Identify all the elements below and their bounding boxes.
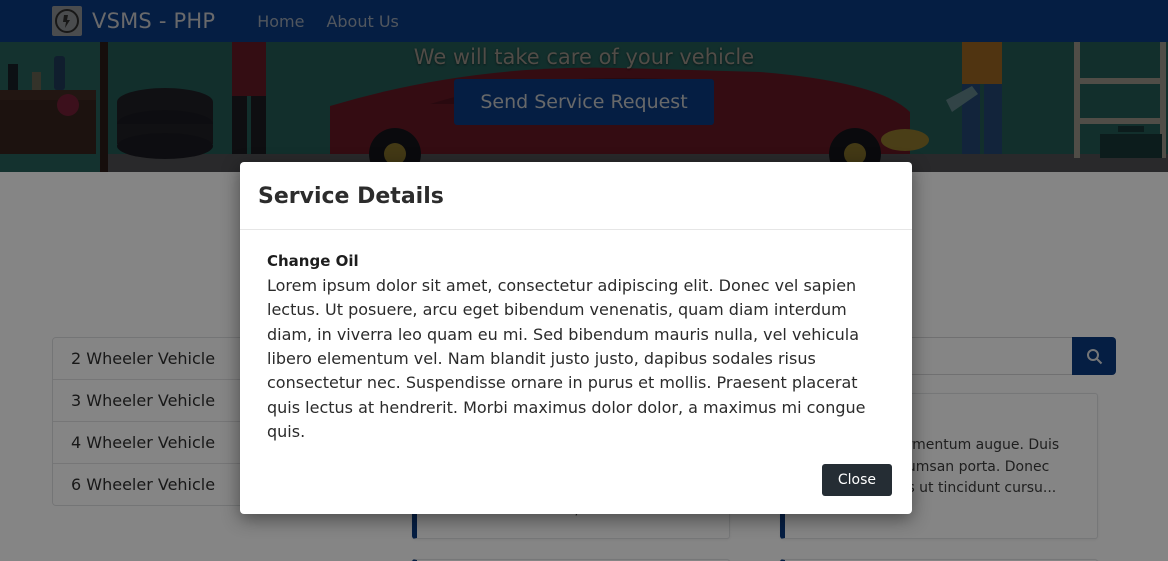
page-root: VSMS - PHP Home About Us We will take ca…	[0, 0, 1168, 561]
modal-body: Change Oil Lorem ipsum dolor sit amet, c…	[240, 230, 912, 450]
service-details-modal: Service Details Change Oil Lorem ipsum d…	[240, 162, 912, 515]
modal-description: Lorem ipsum dolor sit amet, consectetur …	[267, 276, 866, 441]
modal-title: Service Details	[258, 184, 444, 209]
modal-service-name: Change Oil	[267, 252, 359, 270]
close-button[interactable]: Close	[821, 464, 892, 497]
modal-header: Service Details	[240, 162, 912, 230]
modal-footer: Close	[240, 450, 912, 514]
